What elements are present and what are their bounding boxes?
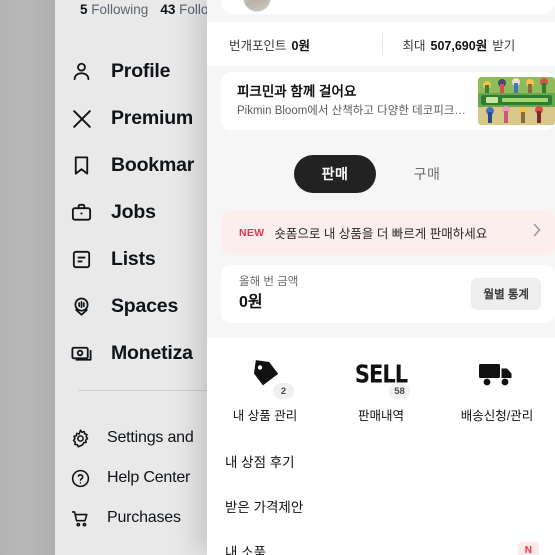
bunjang-points-value: 0원 [291,38,310,53]
ad-subtitle: Pikmin Bloom에서 산책하고 다양한 데코피크민을 모... [237,104,470,117]
x-logo-icon [70,107,93,130]
following-label: Following [91,2,149,17]
sidebar-item-monetization[interactable]: Monetiza [70,330,220,377]
sell-text-icon: SELL 58 [353,352,410,399]
sidebar-item-settings[interactable]: Settings and [70,418,220,458]
earnings-text-block: 올해 번 금액 0원 [239,274,471,315]
quick-action-my-products[interactable]: 2 내 상품 관리 [219,352,311,424]
sidebar-item-label: Bookmar [111,154,195,176]
follow-stats: 5 Following 43 Follo [80,2,208,17]
sidebar-item-spaces[interactable]: Spaces [70,283,220,330]
cart-icon [70,508,91,529]
sidebar-item-label: Profile [111,60,171,82]
sidebar-item-label: Settings and [107,429,194,446]
segment-buy[interactable]: 구매 [386,155,468,193]
sidebar-item-premium[interactable]: Premium [70,95,220,142]
quick-action-label: 배송신청/관리 [460,409,534,423]
followers-count: 43 [160,2,176,17]
list-item-label: 내 소품 [225,544,267,555]
following-stat[interactable]: 5 Following [80,2,148,17]
advertisement-card[interactable]: 피크민과 함께 걸어요 Pikmin Bloom에서 산책하고 다양한 데코피크… [221,72,555,130]
sidebar-item-label: Monetiza [111,342,193,364]
sidebar-item-jobs[interactable]: Jobs [70,189,220,236]
sidebar-item-label: Spaces [111,295,179,317]
yearly-earnings-card[interactable]: 올해 번 금액 0원 월별 통계 [221,265,555,323]
quick-action-sales-history[interactable]: SELL 58 판매내역 [335,352,427,424]
list-item-my-props[interactable]: 내 소품 N [207,528,555,555]
points-bar: 번개포인트 0원 최대 507,690원 받기 [207,22,555,66]
sidebar-item-label: Premium [111,107,194,129]
profile-card-partial[interactable] [221,0,555,14]
my-products-badge: 2 [273,383,294,399]
sidebar-divider [78,390,218,391]
sidebar-item-label: Lists [111,248,156,270]
sell-buy-toggle: 판매 구매 [207,146,555,202]
sidebar-item-help-center[interactable]: Help Center [70,458,220,498]
sidebar-item-label: Purchases [107,509,181,526]
ad-thumbnail-image [478,77,555,125]
spaces-icon [70,295,93,318]
max-reward-prefix: 최대 [402,38,426,53]
monetization-icon [70,342,93,365]
earnings-label: 올해 번 금액 [239,275,299,288]
person-icon [70,60,93,83]
earnings-value: 0원 [239,293,263,311]
delivery-truck-icon [469,352,525,396]
quick-actions-row: 2 내 상품 관리 SELL 58 판매내역 배송신청/관리 [207,338,555,438]
sidebar-item-lists[interactable]: Lists [70,236,220,283]
max-reward-suffix: 받기 [492,38,516,53]
list-icon [70,248,93,271]
max-reward-amount: 507,690원 [430,38,488,53]
list-item-price-offers[interactable]: 받은 가격제안 [207,483,555,528]
quick-action-label: 내 상품 관리 [232,409,298,423]
sidebar-item-purchases[interactable]: Purchases [70,498,220,538]
price-tag-icon: 2 [237,352,294,399]
sidebar-secondary-nav: Settings and Help Center Purchases [70,418,220,538]
segment-sell[interactable]: 판매 [294,155,376,193]
sidebar-item-label: Jobs [111,201,156,223]
bunjang-points-label: 번개포인트 [229,38,287,53]
list-item-label: 내 상점 후기 [225,454,295,470]
menu-list-section: 내 상점 후기 받은 가격제안 내 소품 N [207,438,555,555]
chevron-right-icon [531,222,543,243]
bunjang-seller-panel: 번개포인트 0원 최대 507,690원 받기 피크민과 함께 걸어요 Pikm… [207,0,555,555]
ad-title: 피크민과 함께 걸어요 [237,83,357,99]
segment-sell-label: 판매 [321,166,349,182]
segment-buy-label: 구매 [413,166,441,182]
followers-stat[interactable]: 43 Follo [160,2,208,17]
monthly-stats-button[interactable]: 월별 통계 [471,278,541,310]
sidebar-item-profile[interactable]: Profile [70,48,220,95]
max-reward-cell[interactable]: 최대 507,690원 받기 [383,35,555,54]
quick-action-label: 판매내역 [357,409,404,423]
sidebar-item-label: Help Center [107,469,191,486]
sidebar-item-bookmarks[interactable]: Bookmar [70,142,220,189]
gear-icon [70,428,91,449]
list-item-badge: N [517,542,539,555]
quick-action-delivery[interactable]: 배송신청/관리 [451,352,543,424]
sidebar-primary-nav: Profile Premium Bookmar Jobs Lists Space… [70,48,220,377]
ad-text-block: 피크민과 함께 걸어요 Pikmin Bloom에서 산책하고 다양한 데코피크… [237,83,470,120]
briefcase-icon [70,201,93,224]
bunjang-points-cell[interactable]: 번개포인트 0원 [207,35,382,54]
bookmark-icon [70,154,93,177]
list-item-label: 받은 가격제안 [225,499,304,515]
sales-history-badge: 58 [389,383,410,399]
help-circle-icon [70,468,91,489]
list-item-store-reviews[interactable]: 내 상점 후기 [207,438,555,483]
left-gutter-strip [0,0,55,555]
new-badge: NEW [239,226,265,239]
followers-label: Follo [179,2,209,17]
following-count: 5 [80,2,88,17]
promo-text: 숏폼으로 내 상품을 더 빠르게 판매하세요 [274,227,488,241]
shortform-promo-banner[interactable]: NEW 숏폼으로 내 상품을 더 빠르게 판매하세요 [221,210,555,255]
